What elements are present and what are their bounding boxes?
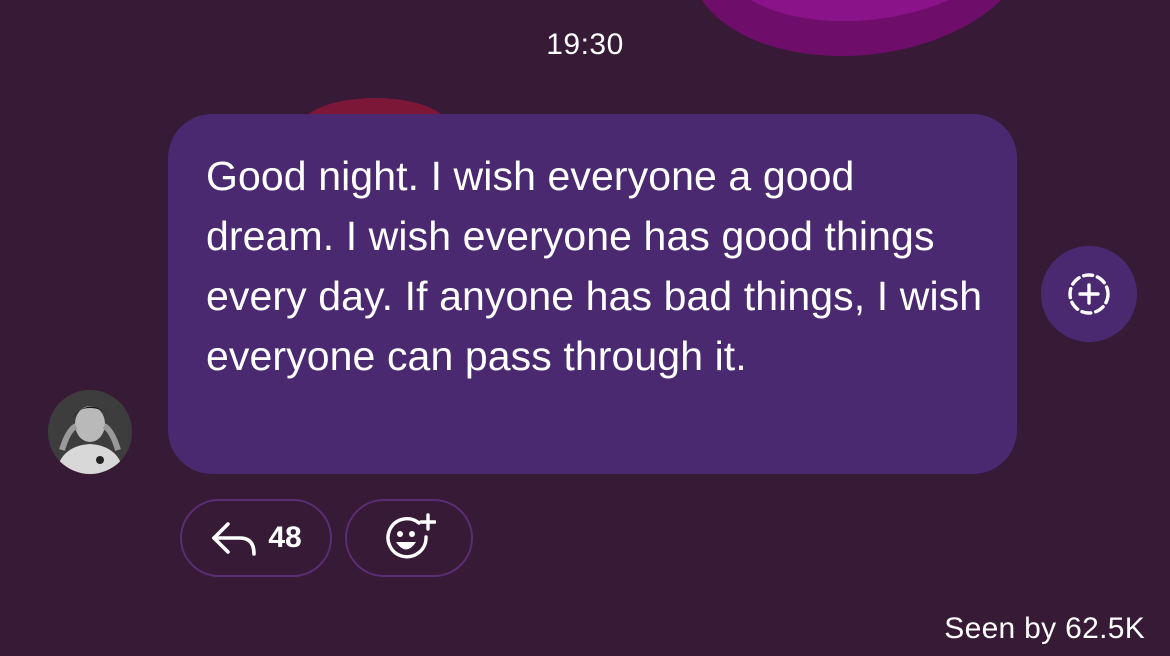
dashed-circle-plus-icon <box>1068 273 1110 315</box>
reply-arrow-icon <box>212 522 257 556</box>
add-to-story-button[interactable] <box>1041 246 1137 342</box>
message-bubble[interactable]: Good night. I wish everyone a good dream… <box>168 114 1017 474</box>
add-reaction-icon <box>386 513 436 559</box>
avatar-image <box>48 390 132 474</box>
reply-count: 48 <box>268 521 302 554</box>
message-timestamp: 19:30 <box>546 28 624 61</box>
seen-by-count: Seen by 62.5K <box>944 612 1145 645</box>
add-reaction-button[interactable] <box>345 499 473 577</box>
message-text: Good night. I wish everyone a good dream… <box>206 153 983 379</box>
reply-button[interactable]: 48 <box>180 499 332 577</box>
sender-avatar[interactable] <box>48 390 132 474</box>
